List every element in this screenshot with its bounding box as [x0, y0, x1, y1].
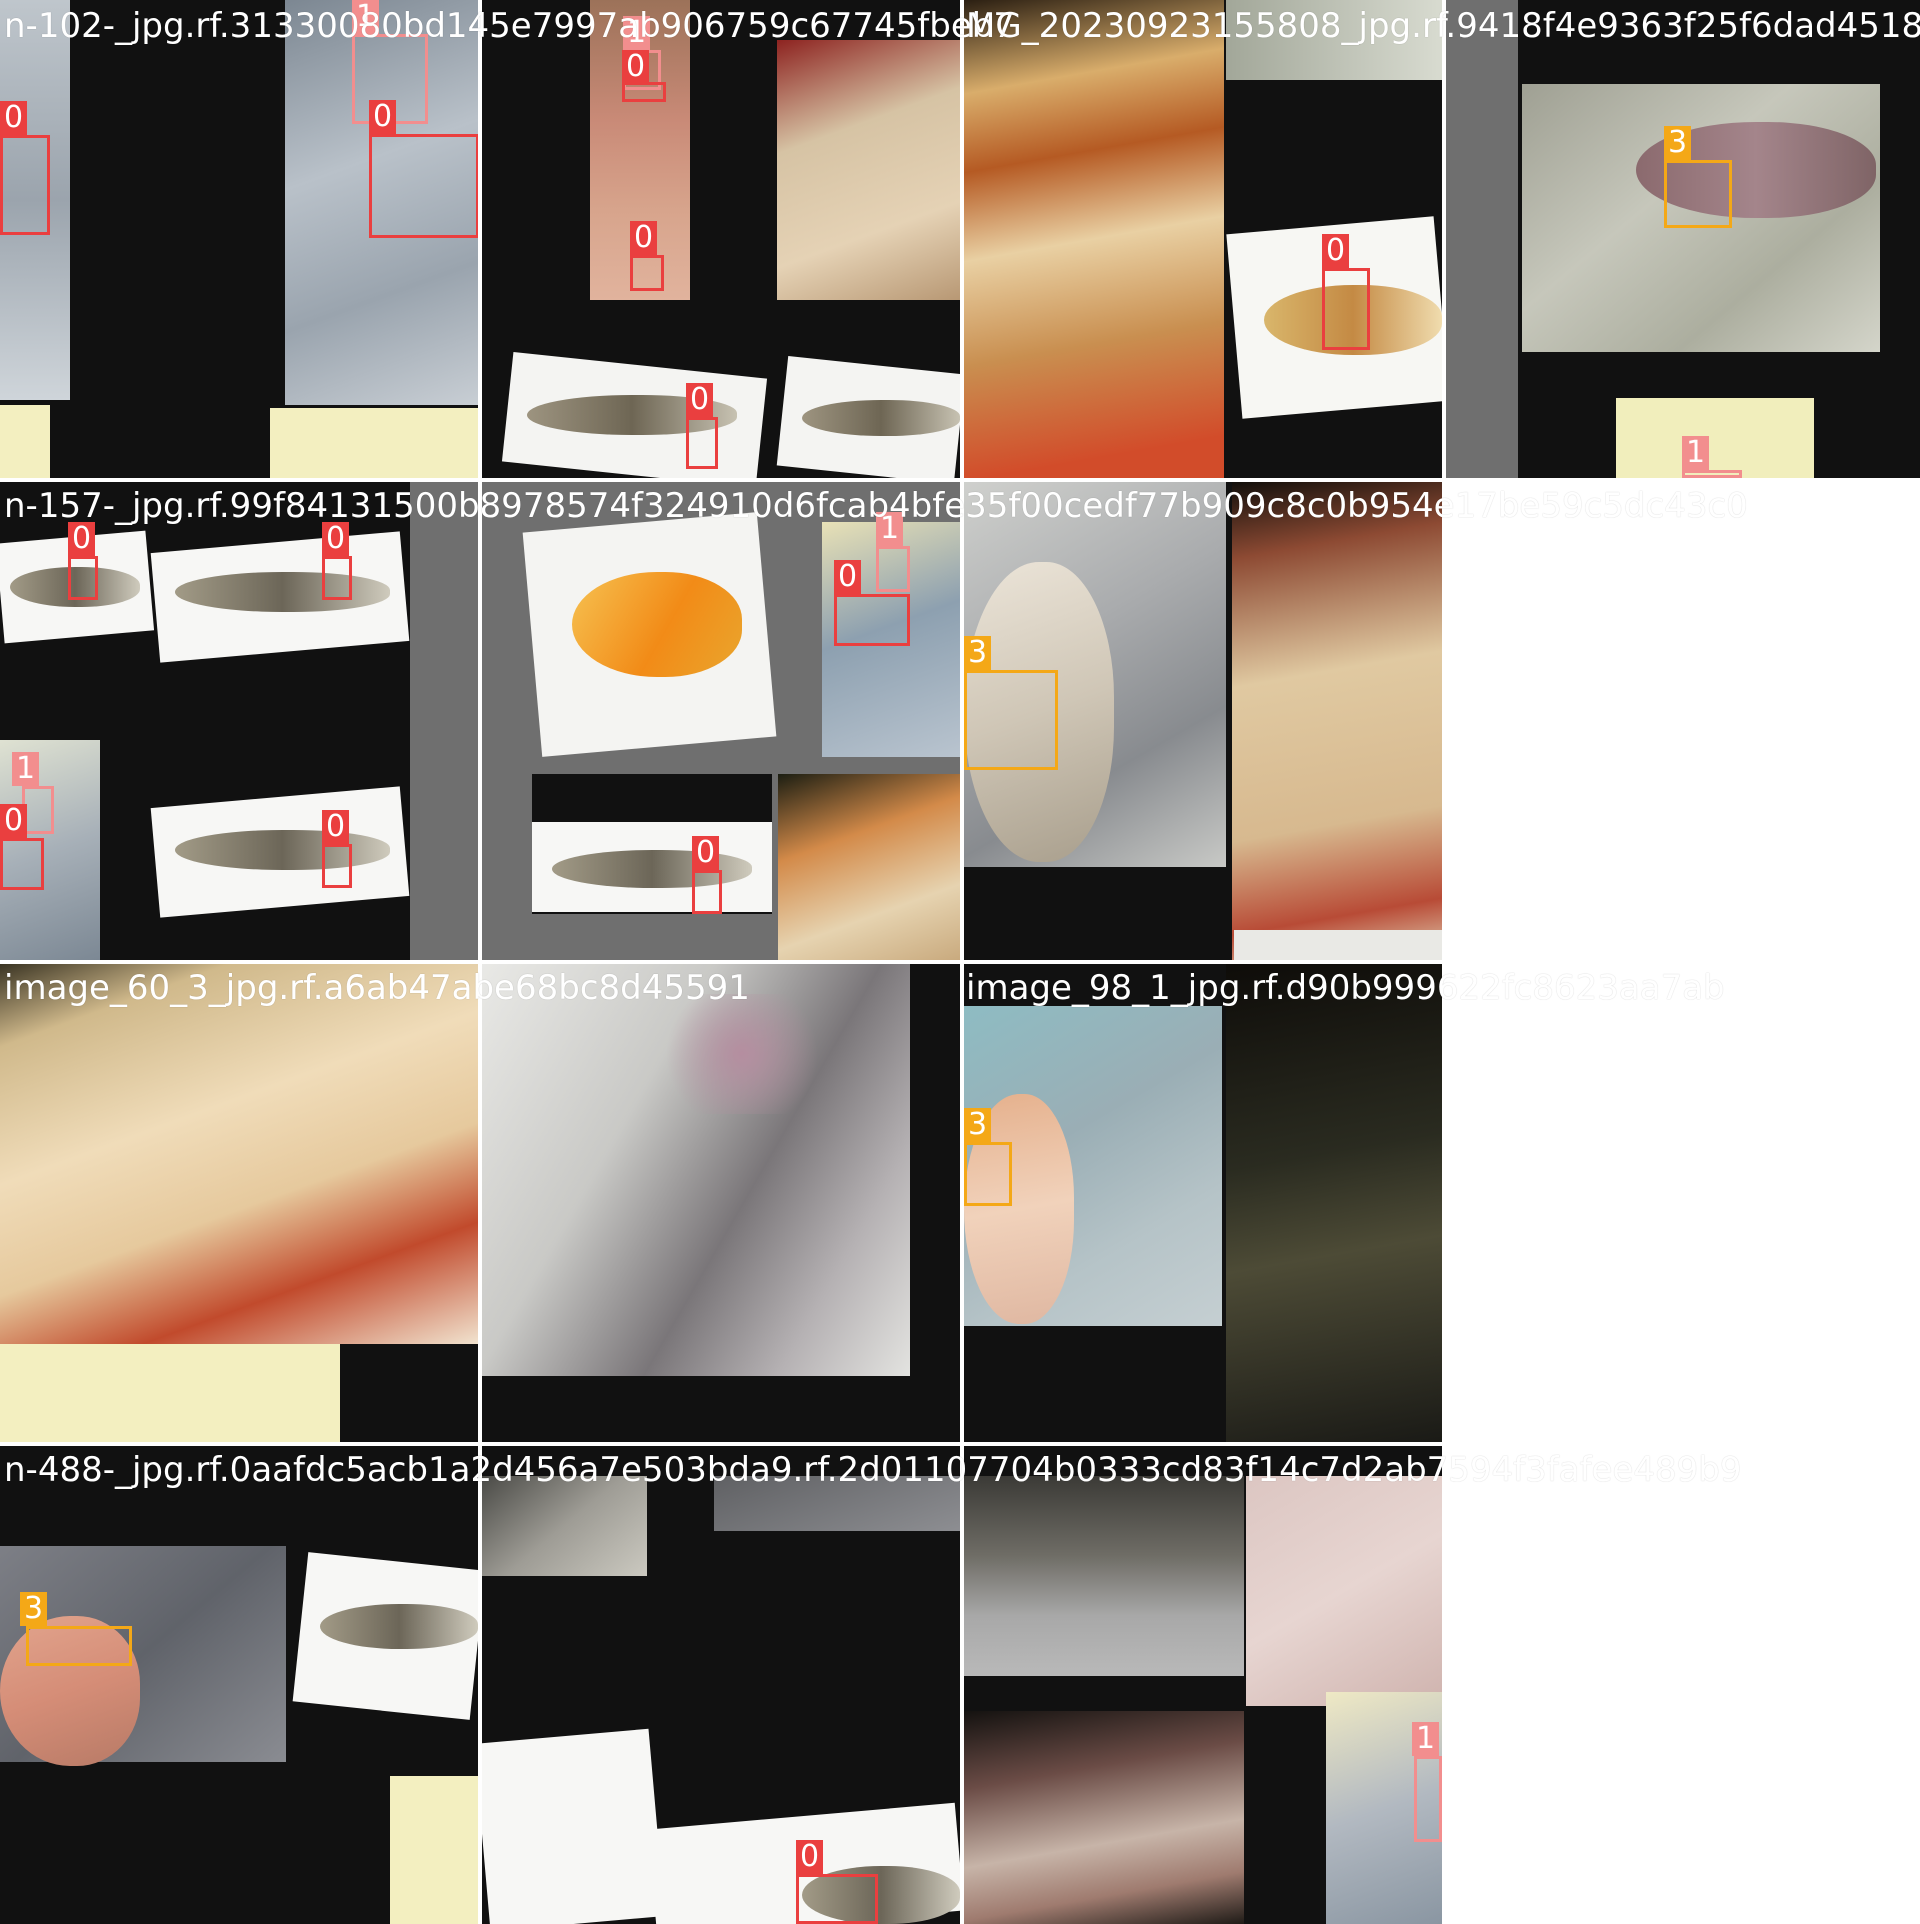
- fish-photo: [964, 1711, 1244, 1924]
- class-label-1: 1: [12, 752, 40, 786]
- empty-tile: [1446, 1446, 1920, 1924]
- class-label-0: 0: [834, 560, 862, 594]
- class-label-0: 0: [0, 804, 28, 838]
- tile-2[interactable]: 1 0 0 0: [482, 0, 960, 478]
- fish-photo: [175, 830, 390, 870]
- mosaic-grid: 0 1 0 1 0 0 0 0 3 1 0 0 1 0 0 1 0 0 3 3 …: [0, 0, 1920, 1924]
- fish-photo: [1234, 930, 1442, 960]
- bbox-class-1[interactable]: [876, 546, 910, 592]
- fish-photo: [0, 964, 478, 1344]
- fish-photo: [0, 1344, 340, 1442]
- fish-photo: [777, 40, 960, 300]
- class-label-0: 0: [322, 522, 350, 556]
- fish-photo: [552, 850, 752, 888]
- class-label-0: 0: [0, 101, 28, 135]
- fish-photo: [714, 1476, 960, 1531]
- bbox-class-0[interactable]: [834, 594, 910, 646]
- bbox-class-0[interactable]: [630, 255, 664, 291]
- bbox-class-0[interactable]: [686, 417, 718, 469]
- fish-photo: [964, 0, 1224, 478]
- bbox-class-3[interactable]: [964, 670, 1058, 770]
- fish-photo: [1246, 1476, 1442, 1706]
- tile-11[interactable]: 3: [964, 964, 1442, 1442]
- fish-photo: [482, 1476, 647, 1576]
- tile-13[interactable]: 3: [0, 1446, 478, 1924]
- tile-10[interactable]: [482, 964, 960, 1442]
- padding-bar: [410, 482, 478, 960]
- class-label-1: 1: [1412, 1722, 1440, 1756]
- class-label-0: 0: [1322, 234, 1350, 268]
- fish-photo: [1232, 482, 1442, 960]
- fish-photo: [964, 1476, 1244, 1676]
- class-label-0: 0: [369, 100, 397, 134]
- bbox-class-0[interactable]: [68, 556, 98, 600]
- class-label-3: 3: [964, 636, 992, 670]
- bbox-class-0[interactable]: [1322, 268, 1370, 350]
- tile-15[interactable]: 1: [964, 1446, 1442, 1924]
- class-label-0: 0: [630, 221, 658, 255]
- bbox-class-0[interactable]: [322, 844, 352, 888]
- bbox-class-1[interactable]: [1414, 1756, 1442, 1842]
- class-label-0: 0: [68, 522, 96, 556]
- bbox-class-0[interactable]: [796, 1874, 878, 1924]
- empty-tile: [1446, 482, 1920, 960]
- class-label-3: 3: [964, 1108, 992, 1142]
- fish-photo: [0, 405, 50, 478]
- fish-photo: [778, 774, 960, 960]
- tile-6[interactable]: 1 0 0: [482, 482, 960, 960]
- bbox-class-0[interactable]: [0, 838, 44, 890]
- fish-photo: [270, 408, 478, 478]
- class-label-0: 0: [622, 50, 650, 84]
- class-label-1: 1: [1682, 436, 1710, 470]
- bbox-class-0[interactable]: [0, 135, 50, 235]
- fish-photo: [482, 1728, 665, 1924]
- class-label-0: 0: [322, 810, 350, 844]
- tile-9[interactable]: [0, 964, 478, 1442]
- bbox-class-1[interactable]: [1682, 470, 1742, 478]
- bbox-class-0[interactable]: [369, 134, 478, 238]
- padding-bar: [1446, 0, 1518, 478]
- bbox-class-0[interactable]: [692, 870, 722, 914]
- class-label-0: 0: [686, 383, 714, 417]
- tile-7[interactable]: 3: [964, 482, 1442, 960]
- tile-14[interactable]: 0: [482, 1446, 960, 1924]
- fish-photo: [320, 1604, 478, 1649]
- class-label-1: 1: [876, 512, 904, 546]
- bbox-class-0[interactable]: [622, 82, 666, 102]
- class-label-0: 0: [796, 1840, 824, 1874]
- fish-photo: [1226, 964, 1442, 1442]
- fish-photo: [390, 1776, 478, 1924]
- class-label-3: 3: [1664, 126, 1692, 160]
- tile-3[interactable]: 0: [964, 0, 1442, 478]
- class-label-3: 3: [20, 1592, 48, 1626]
- class-label-1: 1: [623, 16, 651, 50]
- fish-photo: [572, 572, 742, 677]
- fish-photo: [175, 572, 390, 612]
- fish-photo: [802, 400, 960, 436]
- empty-tile: [1446, 964, 1920, 1442]
- fish-photo: [1616, 398, 1814, 478]
- bbox-class-3[interactable]: [964, 1142, 1012, 1206]
- tile-1[interactable]: 0 1 0: [0, 0, 478, 478]
- bbox-class-0[interactable]: [322, 556, 352, 600]
- fish-photo: [652, 994, 832, 1114]
- tile-5[interactable]: 0 0 1 0 0: [0, 482, 478, 960]
- class-label-1: 1: [352, 0, 380, 34]
- fish-photo: [1226, 0, 1442, 80]
- bbox-class-3[interactable]: [1664, 160, 1732, 228]
- bbox-class-3[interactable]: [26, 1626, 132, 1666]
- tile-4[interactable]: 3 1: [1446, 0, 1920, 478]
- class-label-0: 0: [692, 836, 720, 870]
